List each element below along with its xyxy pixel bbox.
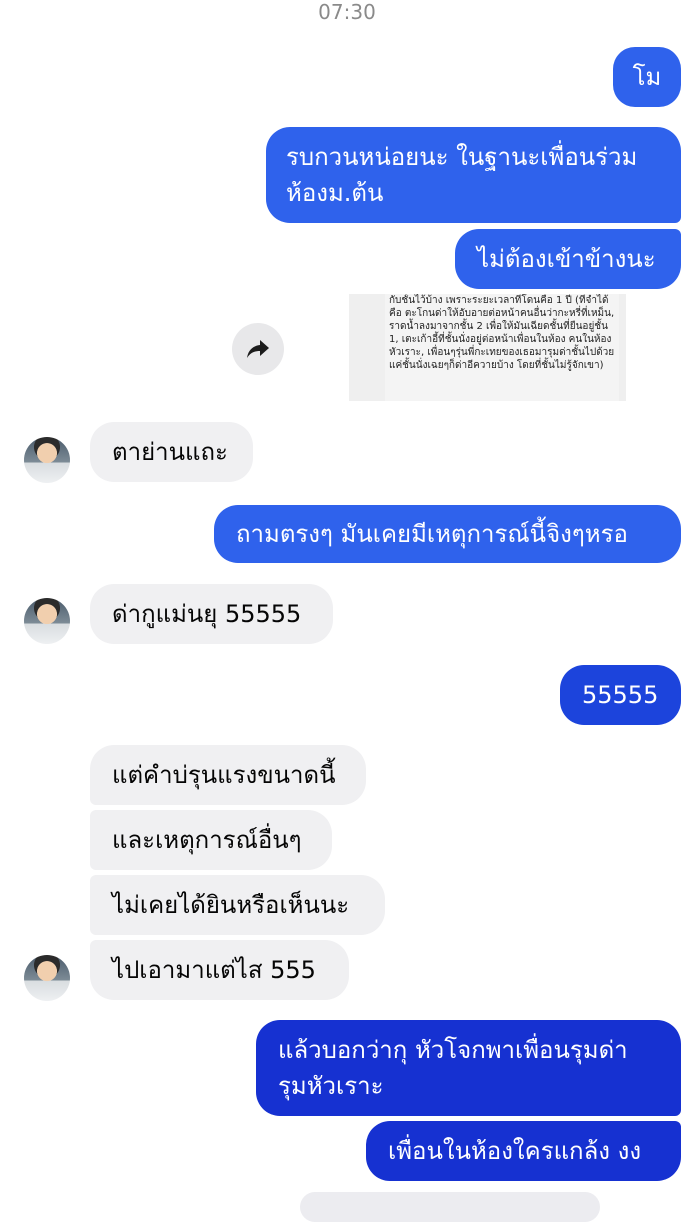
forward-button[interactable]: [232, 323, 284, 375]
message-incoming[interactable]: ไปเอามาแต่ไส 555: [90, 940, 349, 1000]
contact-avatar[interactable]: [24, 955, 70, 1001]
message-outgoing[interactable]: แล้วบอกว่ากุ หัวโจกพาเพื่อนรุมด่า รุมหัว…: [256, 1020, 681, 1116]
contact-avatar[interactable]: [24, 598, 70, 644]
message-incoming[interactable]: แต่คำบ่รุนแรงขนาดนี้: [90, 745, 366, 805]
message-outgoing[interactable]: ไม่ต้องเข้าข้างนะ: [455, 229, 681, 289]
message-incoming[interactable]: ด่ากูแม่นยุ 55555: [90, 584, 333, 644]
message-line: รุมหัวเราะ: [278, 1072, 384, 1100]
message-outgoing[interactable]: 55555: [560, 665, 681, 725]
status-time: 07:30: [318, 0, 376, 24]
message-line: แล้วบอกว่ากุ หัวโจกพาเพื่อนรุมด่า: [278, 1036, 628, 1064]
message-peek: [300, 1192, 600, 1222]
contact-avatar[interactable]: [24, 437, 70, 483]
message-image[interactable]: กับชั้นไว้บ้าง เพราะระยะเวลาที่โดนคือ 1 …: [349, 294, 626, 401]
message-incoming[interactable]: และเหตุการณ์อื่นๆ: [90, 810, 332, 870]
message-incoming[interactable]: ตาย่านแถะ: [90, 422, 253, 482]
message-outgoing[interactable]: โม: [613, 47, 681, 107]
message-outgoing[interactable]: รบกวนหน่อยนะ ในฐานะเพื่อนร่วม ห้องม.ต้น: [266, 127, 681, 223]
image-text: กับชั้นไว้บ้าง เพราะระยะเวลาที่โดนคือ 1 …: [385, 294, 619, 401]
share-arrow-icon: [247, 340, 269, 358]
message-line: รบกวนหน่อยนะ ในฐานะเพื่อนร่วม: [286, 143, 638, 171]
message-incoming[interactable]: ไม่เคยได้ยินหรือเห็นนะ: [90, 875, 385, 935]
message-line: ห้องม.ต้น: [286, 179, 384, 207]
message-outgoing[interactable]: เพื่อนในห้องใครแกล้ง งง: [366, 1121, 681, 1181]
message-outgoing[interactable]: ถามตรงๆ มันเคยมีเหตุการณ์นี้จิงๆหรอ: [214, 505, 681, 563]
